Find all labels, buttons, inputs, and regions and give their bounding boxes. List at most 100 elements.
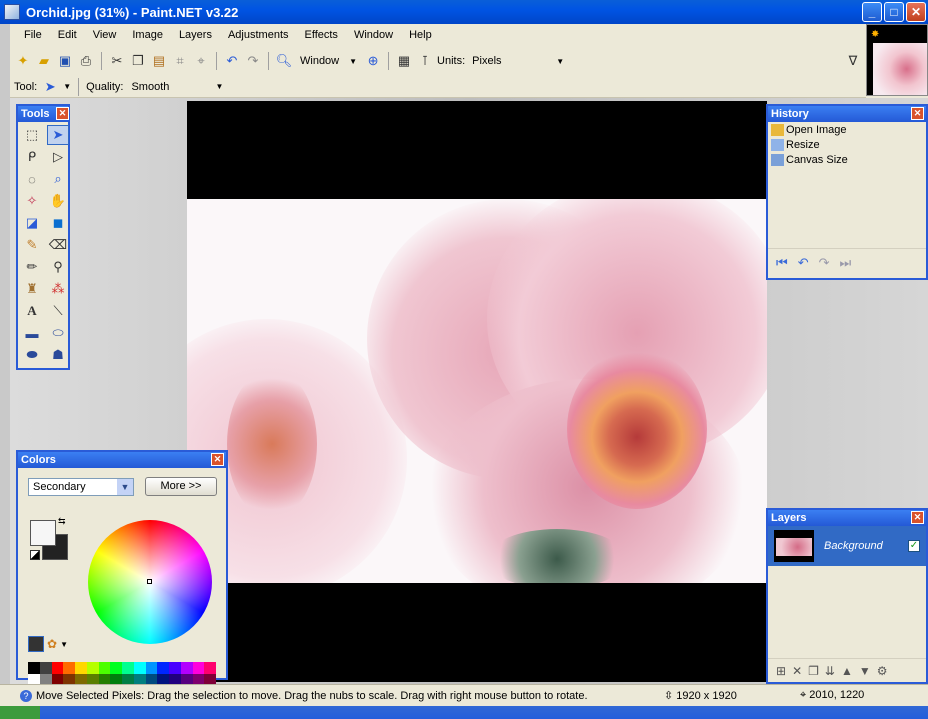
lasso-select-icon[interactable]: ᑭ <box>21 147 43 167</box>
chevron-down-icon[interactable]: ▼ <box>60 640 68 649</box>
move-layer-down-icon[interactable]: ▼ <box>859 664 871 678</box>
primary-color-swatch[interactable] <box>30 520 56 546</box>
menu-image[interactable]: Image <box>124 29 171 41</box>
close-icon[interactable]: ✕ <box>911 107 924 120</box>
pencil-icon[interactable]: ✏ <box>21 257 43 277</box>
clone-stamp-icon[interactable]: ♜ <box>21 279 43 299</box>
menu-view[interactable]: View <box>85 29 125 41</box>
start-button[interactable] <box>0 706 40 719</box>
palette-swatch[interactable] <box>157 662 169 674</box>
eraser-icon[interactable]: ⌫ <box>47 235 69 255</box>
magic-wand-icon[interactable]: ✧ <box>21 191 43 211</box>
close-icon[interactable]: ✕ <box>911 511 924 524</box>
menu-window[interactable]: Window <box>346 29 401 41</box>
delete-layer-icon[interactable]: ✕ <box>792 664 802 678</box>
menu-file[interactable]: File <box>16 29 50 41</box>
layer-properties-icon[interactable]: ⚙ <box>877 664 888 678</box>
menu-layers[interactable]: Layers <box>171 29 220 41</box>
palette-swatch[interactable] <box>110 662 122 674</box>
palette-swatch[interactable] <box>122 662 134 674</box>
crop-icon[interactable]: ⌗ <box>171 52 189 70</box>
color-target-select[interactable]: Secondary ▼ <box>28 478 134 496</box>
cut-icon[interactable]: ✂ <box>108 52 126 70</box>
print-icon[interactable]: ⎙ <box>77 52 95 70</box>
history-item[interactable]: Canvas Size <box>768 152 926 167</box>
image-canvas[interactable] <box>187 101 767 682</box>
layer-row[interactable]: Background ✓ <box>768 526 926 566</box>
palette-swatch[interactable] <box>133 662 146 674</box>
color-wheel-cursor[interactable] <box>147 579 152 584</box>
units-dropdown[interactable]: Pixels ▼ <box>468 52 568 70</box>
toolbar-overflow-icon[interactable]: ∇ <box>844 52 862 70</box>
history-item[interactable]: Resize <box>768 137 926 152</box>
zoom-out-icon[interactable]: 🔍︎ <box>275 52 293 70</box>
rectangle-icon[interactable]: ▬ <box>21 323 43 343</box>
orchid-photo[interactable] <box>187 199 767 583</box>
move-layer-up-icon[interactable]: ▲ <box>841 664 853 678</box>
palette-swatch[interactable] <box>63 662 75 674</box>
palette-swatch[interactable] <box>28 662 40 674</box>
line-curve-icon[interactable]: ⟍ <box>47 301 69 321</box>
chevron-down-icon[interactable]: ▼ <box>63 82 71 91</box>
grid-icon[interactable]: ▦ <box>395 52 413 70</box>
undo-icon[interactable]: ↶ <box>223 52 241 70</box>
palette-swatch[interactable] <box>145 662 158 674</box>
recolor-icon[interactable]: ⁂ <box>47 279 69 299</box>
palette-icon[interactable] <box>28 636 44 652</box>
minimize-button[interactable]: _ <box>862 2 882 22</box>
more-button[interactable]: More >> <box>145 477 217 496</box>
move-selection-icon[interactable]: ▷ <box>47 147 69 167</box>
menu-edit[interactable]: Edit <box>50 29 85 41</box>
ellipse-icon[interactable]: ⬬ <box>21 345 43 365</box>
rewind-icon[interactable]: ⏮ <box>776 255 788 271</box>
quality-dropdown[interactable]: Smooth ▼ <box>127 78 227 96</box>
copy-icon[interactable]: ❐ <box>129 52 147 70</box>
paintbrush-icon[interactable]: ✎ <box>21 235 43 255</box>
ellipse-select-icon[interactable]: ◌ <box>21 169 43 189</box>
palette-swatch[interactable] <box>51 662 64 674</box>
fast-forward-icon[interactable]: ⏭ <box>840 255 852 271</box>
menu-help[interactable]: Help <box>401 29 440 41</box>
reset-colors-icon[interactable] <box>30 550 40 560</box>
deselect-icon[interactable]: ⌖ <box>192 52 210 70</box>
image-thumbnail[interactable]: ✸ <box>866 24 928 96</box>
ruler-icon[interactable]: ⊺ <box>416 52 434 70</box>
palette-swatch[interactable] <box>180 662 193 674</box>
gradient-icon[interactable]: ◼ <box>47 213 69 233</box>
paint-bucket-icon[interactable]: ◪ <box>21 213 43 233</box>
palette-swatch[interactable] <box>98 662 111 674</box>
menu-adjustments[interactable]: Adjustments <box>220 29 297 41</box>
text-icon[interactable]: A <box>21 301 43 321</box>
palette-swatch[interactable] <box>86 662 99 674</box>
freeform-shape-icon[interactable]: ☗ <box>47 345 69 365</box>
palette-menu-icon[interactable]: ✿ <box>47 637 57 651</box>
rectangle-select-icon[interactable]: ⬚ <box>21 125 43 145</box>
zoom-icon[interactable]: ⌕ <box>47 169 69 189</box>
palette-swatch[interactable] <box>39 662 52 674</box>
save-icon[interactable]: ▣ <box>56 52 74 70</box>
redo-icon[interactable]: ↷ <box>244 52 262 70</box>
color-picker-icon[interactable]: ⚲ <box>47 257 69 277</box>
duplicate-layer-icon[interactable]: ❐ <box>808 664 819 678</box>
palette-swatch[interactable] <box>75 662 87 674</box>
rounded-rectangle-icon[interactable]: ⬭ <box>47 323 69 343</box>
undo-icon[interactable]: ↶ <box>798 255 809 271</box>
paste-icon[interactable]: ▤ <box>150 52 168 70</box>
swap-colors-icon[interactable]: ⇆ <box>58 516 66 527</box>
zoom-dropdown[interactable]: Window ▼ <box>296 52 361 70</box>
merge-layer-icon[interactable]: ⇊ <box>825 664 835 678</box>
move-selected-pixels-icon[interactable]: ➤ <box>47 125 69 145</box>
close-icon[interactable]: ✕ <box>56 107 69 120</box>
zoom-in-icon[interactable]: ⊕ <box>364 52 382 70</box>
close-icon[interactable]: ✕ <box>211 453 224 466</box>
move-selected-pixels-icon[interactable]: ➤ <box>41 78 59 96</box>
redo-icon[interactable]: ↷ <box>819 255 830 271</box>
maximize-button[interactable]: □ <box>884 2 904 22</box>
pan-hand-icon[interactable]: ✋ <box>47 191 69 211</box>
layer-visibility-checkbox[interactable]: ✓ <box>908 540 920 552</box>
add-layer-icon[interactable]: ⊞ <box>776 664 786 678</box>
history-item[interactable]: Open Image <box>768 122 926 137</box>
menu-effects[interactable]: Effects <box>297 29 346 41</box>
palette-swatch[interactable] <box>204 662 216 674</box>
close-button[interactable]: ✕ <box>906 2 926 22</box>
